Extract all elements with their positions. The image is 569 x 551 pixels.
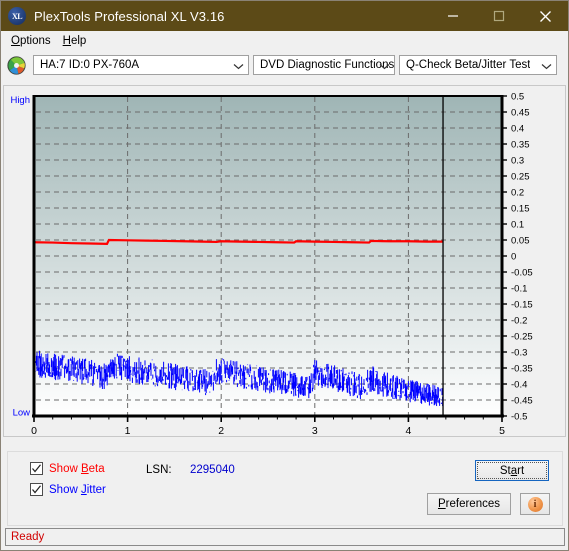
preferences-button-label: Preferences [437, 498, 500, 510]
menu-item-help-label: elp [70, 34, 87, 47]
app-logo-icon: XL [8, 7, 26, 25]
close-icon[interactable] [522, 1, 568, 31]
y-tick-label: 0.2 [511, 188, 524, 199]
x-tick-label: 5 [499, 425, 505, 437]
menu-item-help[interactable]: Help [59, 34, 95, 48]
window-controls [430, 1, 568, 31]
x-tick-label: 4 [405, 425, 411, 437]
check-icon [32, 485, 41, 494]
title-bar: XL PlexTools Professional XL V3.16 [1, 1, 568, 31]
axis-high-label: High [10, 95, 30, 106]
y-tick-label: 0.3 [511, 156, 524, 167]
menu-item-options[interactable]: Options [7, 34, 59, 48]
lsn-value: 2295040 [190, 464, 235, 476]
y-tick-label: -0.35 [511, 364, 533, 375]
show-jitter-row[interactable]: Show Jitter [30, 483, 106, 496]
show-jitter-label: Show Jitter [49, 483, 106, 496]
drive-select-value: HA:7 ID:0 PX-760A [40, 59, 140, 71]
info-icon: i [527, 496, 543, 512]
minimize-icon[interactable] [430, 1, 476, 31]
status-text: Ready [11, 531, 45, 543]
y-tick-label: -0.25 [511, 332, 533, 343]
info-button[interactable]: i [520, 493, 550, 515]
chevron-down-icon [233, 56, 244, 76]
drive-select[interactable]: HA:7 ID:0 PX-760A [33, 55, 249, 75]
menu-bar: Options Help [1, 31, 568, 51]
controls-panel: Show Beta Show Jitter LSN: 2295040 Start… [7, 451, 563, 526]
x-tick-label: 1 [125, 425, 131, 437]
show-beta-label: Show Beta [49, 462, 105, 475]
chart-canvas: 0.5 0.45 0.4 0.35 0.3 0.25 0.2 0.15 0.1 0.05 0 -0.0… [10, 92, 533, 437]
beta-jitter-chart[interactable]: 0.5 0.45 0.4 0.35 0.3 0.25 0.2 0.15 0.1 0.05 0 -0.0… [4, 86, 567, 438]
y-tick-label: -0.5 [511, 412, 527, 423]
y-tick-label: 0.05 [511, 236, 530, 247]
chart-panel: 0.5 0.45 0.4 0.35 0.3 0.25 0.2 0.15 0.1 0.05 0 -0.0… [3, 85, 566, 437]
x-tick-label: 3 [312, 425, 318, 437]
y-tick-label: -0.05 [511, 268, 533, 279]
y-tick-label: -0.15 [511, 300, 533, 311]
y-tick-label: 0.35 [511, 140, 530, 151]
y-tick-label: 0.45 [511, 108, 530, 119]
y-tick-label: -0.3 [511, 348, 527, 359]
window-title: PlexTools Professional XL V3.16 [34, 8, 225, 24]
y-tick-label: 0.25 [511, 172, 530, 183]
x-tick-label: 0 [31, 425, 37, 437]
chevron-down-icon [379, 56, 390, 76]
y-tick-label: 0 [511, 252, 516, 263]
y-tick-label: 0.4 [511, 124, 524, 135]
selector-toolbar: HA:7 ID:0 PX-760A DVD Diagnostic Functio… [1, 51, 568, 79]
chevron-down-icon [541, 56, 552, 76]
start-button[interactable]: Start [475, 460, 549, 481]
y-tick-label: 0.5 [511, 92, 524, 103]
maximize-icon[interactable] [476, 1, 522, 31]
x-tick-label: 2 [218, 425, 224, 437]
y-tick-label: 0.1 [511, 220, 524, 231]
lsn-label: LSN: [146, 464, 172, 476]
menu-item-options-label: ptions [19, 34, 51, 47]
show-jitter-checkbox[interactable] [30, 483, 43, 496]
function-select[interactable]: DVD Diagnostic Functions [253, 55, 395, 75]
y-tick-label: -0.1 [511, 284, 527, 295]
y-tick-label: -0.2 [511, 316, 527, 327]
disc-icon [7, 55, 26, 75]
status-bar: Ready [5, 528, 565, 546]
axis-low-label: Low [13, 408, 31, 419]
test-select[interactable]: Q-Check Beta/Jitter Test [399, 55, 557, 75]
test-select-value: Q-Check Beta/Jitter Test [406, 59, 531, 71]
y-tick-label: -0.4 [511, 380, 527, 391]
y-tick-label: -0.45 [511, 396, 533, 407]
y-tick-label: 0.15 [511, 204, 530, 215]
function-select-value: DVD Diagnostic Functions [260, 59, 394, 71]
start-button-label: Start [499, 464, 525, 477]
show-beta-checkbox[interactable] [30, 462, 43, 475]
preferences-button[interactable]: Preferences [427, 493, 511, 515]
show-beta-row[interactable]: Show Beta [30, 462, 105, 475]
plextools-window: XL PlexTools Professional XL V3.16 Optio… [0, 0, 569, 551]
check-icon [32, 464, 41, 473]
